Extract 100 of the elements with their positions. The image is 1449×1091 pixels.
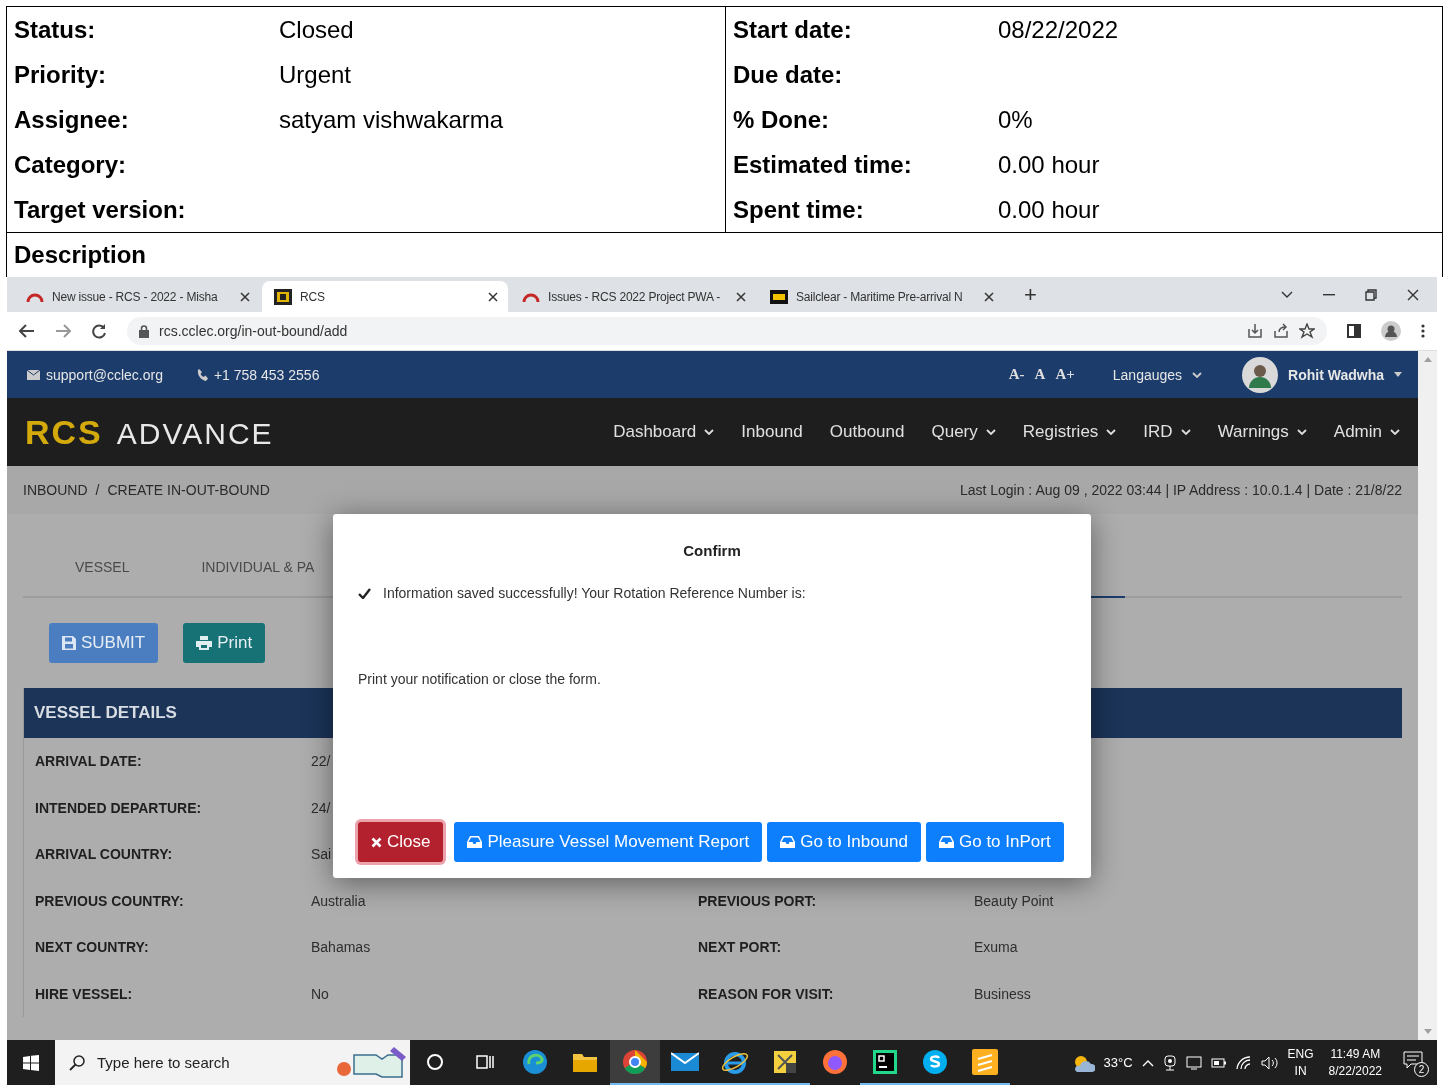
nav-item[interactable]: Query bbox=[931, 422, 996, 442]
minimize-icon[interactable] bbox=[1323, 293, 1335, 296]
editor-icon[interactable] bbox=[972, 1048, 998, 1075]
wifi-icon[interactable] bbox=[1235, 1055, 1252, 1070]
field-label: Spent time: bbox=[733, 195, 865, 224]
taskbar-app[interactable] bbox=[610, 1040, 660, 1085]
envelope-icon bbox=[27, 369, 40, 380]
success-message: Information saved successfully! Your Rotation Reference Number is: bbox=[383, 585, 806, 601]
field-label: PREVIOUS PORT: bbox=[698, 892, 818, 909]
email-link[interactable]: support@cclec.org bbox=[46, 366, 163, 383]
field-label: ARRIVAL COUNTRY: bbox=[35, 846, 174, 863]
field-label: NEXT COUNTRY: bbox=[35, 939, 150, 956]
field-label: Assignee: bbox=[14, 105, 130, 134]
breadcrumb-separator: / bbox=[95, 482, 100, 498]
address-bar[interactable]: rcs.cclec.org/in-out-bound/add bbox=[127, 317, 1327, 345]
logo-text: ADVANCE bbox=[116, 416, 274, 451]
forward-icon[interactable] bbox=[55, 324, 71, 338]
close-icon[interactable] bbox=[1407, 288, 1419, 301]
print-button[interactable]: Print bbox=[183, 623, 266, 663]
nav-item[interactable]: Registries bbox=[1022, 422, 1117, 442]
profile-icon[interactable] bbox=[1381, 321, 1401, 341]
dialog-button[interactable]: Go to InPort bbox=[926, 822, 1064, 862]
field-value: 22/ bbox=[311, 753, 332, 770]
circle-icon[interactable] bbox=[426, 1052, 444, 1071]
close-icon bbox=[371, 836, 382, 848]
close-icon[interactable] bbox=[984, 291, 994, 302]
temperature: 33°C bbox=[1103, 1055, 1133, 1070]
form-tab[interactable]: VESSEL bbox=[75, 559, 130, 596]
close-icon[interactable] bbox=[240, 291, 250, 302]
breadcrumb-link[interactable]: INBOUND bbox=[23, 482, 88, 498]
taskbar-search-field[interactable]: Type here to search bbox=[55, 1040, 410, 1085]
star-icon[interactable] bbox=[1299, 323, 1315, 339]
caret-icon bbox=[1394, 372, 1402, 377]
close-icon[interactable] bbox=[488, 291, 498, 302]
inbox-icon bbox=[939, 836, 954, 848]
browser-tab[interactable]: Sailclear - Maritime Pre-arrival N bbox=[758, 281, 1004, 312]
inbox-icon bbox=[467, 836, 483, 848]
field-label: ARRIVAL DATE: bbox=[35, 753, 143, 770]
nav-item[interactable]: Admin bbox=[1333, 422, 1400, 442]
languages-dropdown[interactable]: Langauges bbox=[1112, 366, 1183, 383]
chevron-down-icon[interactable] bbox=[1281, 290, 1293, 299]
language-code[interactable]: ENG bbox=[1287, 1045, 1314, 1063]
new-tab-button[interactable]: + bbox=[1020, 281, 1041, 308]
submit-button[interactable]: SUBMIT bbox=[49, 623, 159, 663]
active-tab-underline bbox=[1091, 596, 1125, 598]
menu-icon[interactable] bbox=[1421, 324, 1425, 338]
chevron-up-icon[interactable] bbox=[1141, 1058, 1154, 1067]
chat-icon[interactable] bbox=[922, 1048, 948, 1075]
nav-item[interactable]: Inbound bbox=[741, 422, 803, 442]
install-icon[interactable] bbox=[1247, 323, 1263, 339]
font-size-control[interactable]: A bbox=[1034, 366, 1046, 383]
notification-count: 2 bbox=[1414, 1061, 1429, 1077]
mail-icon[interactable] bbox=[671, 1050, 699, 1073]
dialog-button[interactable]: Pleasure Vessel Movement Report bbox=[454, 822, 763, 862]
clock-date[interactable]: 8/22/2022 bbox=[1328, 1062, 1382, 1080]
display-icon[interactable] bbox=[1185, 1055, 1202, 1070]
browser-tab[interactable]: RCS bbox=[262, 281, 508, 312]
font-size-control[interactable]: A+ bbox=[1055, 366, 1075, 383]
field-value: satyam vishwakarma bbox=[279, 105, 504, 134]
form-tab[interactable]: INDIVIDUAL & PA bbox=[201, 559, 315, 596]
clock-time[interactable]: 11:49 AM bbox=[1330, 1045, 1381, 1063]
battery-icon[interactable] bbox=[1210, 1057, 1227, 1068]
browser-tab[interactable]: New issue - RCS - 2022 - Misha bbox=[14, 281, 260, 312]
chrome-icon[interactable] bbox=[621, 1047, 649, 1076]
region-code[interactable]: IN bbox=[1294, 1062, 1307, 1080]
reload-icon[interactable] bbox=[91, 323, 107, 339]
field-label: Due date: bbox=[733, 60, 844, 89]
field-value: Beauty Point bbox=[974, 892, 1055, 909]
restore-icon[interactable] bbox=[1365, 288, 1377, 301]
firefox-icon[interactable] bbox=[821, 1047, 849, 1076]
field-value: 0.00 hour bbox=[998, 150, 1100, 179]
inbox-icon bbox=[780, 836, 796, 848]
nav-item[interactable]: Outbound bbox=[829, 422, 905, 442]
avatar-icon[interactable] bbox=[1242, 356, 1279, 393]
dialog-button[interactable]: Close bbox=[358, 822, 444, 862]
font-size-control[interactable]: A- bbox=[1008, 366, 1025, 383]
browser-tab[interactable]: Issues - RCS 2022 Project PWA - bbox=[510, 281, 756, 312]
windows-icon[interactable] bbox=[23, 1054, 39, 1071]
field-label: HIRE VESSEL: bbox=[35, 985, 134, 1002]
user-menu[interactable]: Rohit Wadwha bbox=[1288, 366, 1384, 383]
field-value: 0.00 hour bbox=[998, 195, 1100, 224]
ide-icon[interactable] bbox=[873, 1049, 897, 1074]
nav-item[interactable]: Warnings bbox=[1217, 422, 1307, 442]
field-value: No bbox=[311, 985, 330, 1002]
field-value: Sai bbox=[311, 846, 333, 863]
dialog-button[interactable]: Go to Inbound bbox=[767, 822, 921, 862]
close-icon[interactable] bbox=[736, 291, 746, 302]
back-icon[interactable] bbox=[19, 324, 35, 338]
field-value: Business bbox=[974, 985, 1032, 1002]
edge-icon[interactable] bbox=[521, 1047, 549, 1076]
logo-text: RCS bbox=[25, 412, 103, 452]
speaker-icon[interactable] bbox=[1260, 1055, 1279, 1070]
share-icon[interactable] bbox=[1273, 323, 1289, 339]
side-panel-icon[interactable] bbox=[1347, 324, 1361, 338]
field-label: Start date: bbox=[733, 15, 853, 44]
camera-icon[interactable] bbox=[1162, 1054, 1177, 1071]
dialog-note: Print your notification or close the form. bbox=[358, 671, 601, 687]
nav-item[interactable]: Dashboard bbox=[613, 422, 715, 442]
task-view-icon[interactable] bbox=[475, 1052, 495, 1071]
nav-item[interactable]: IRD bbox=[1143, 422, 1191, 442]
